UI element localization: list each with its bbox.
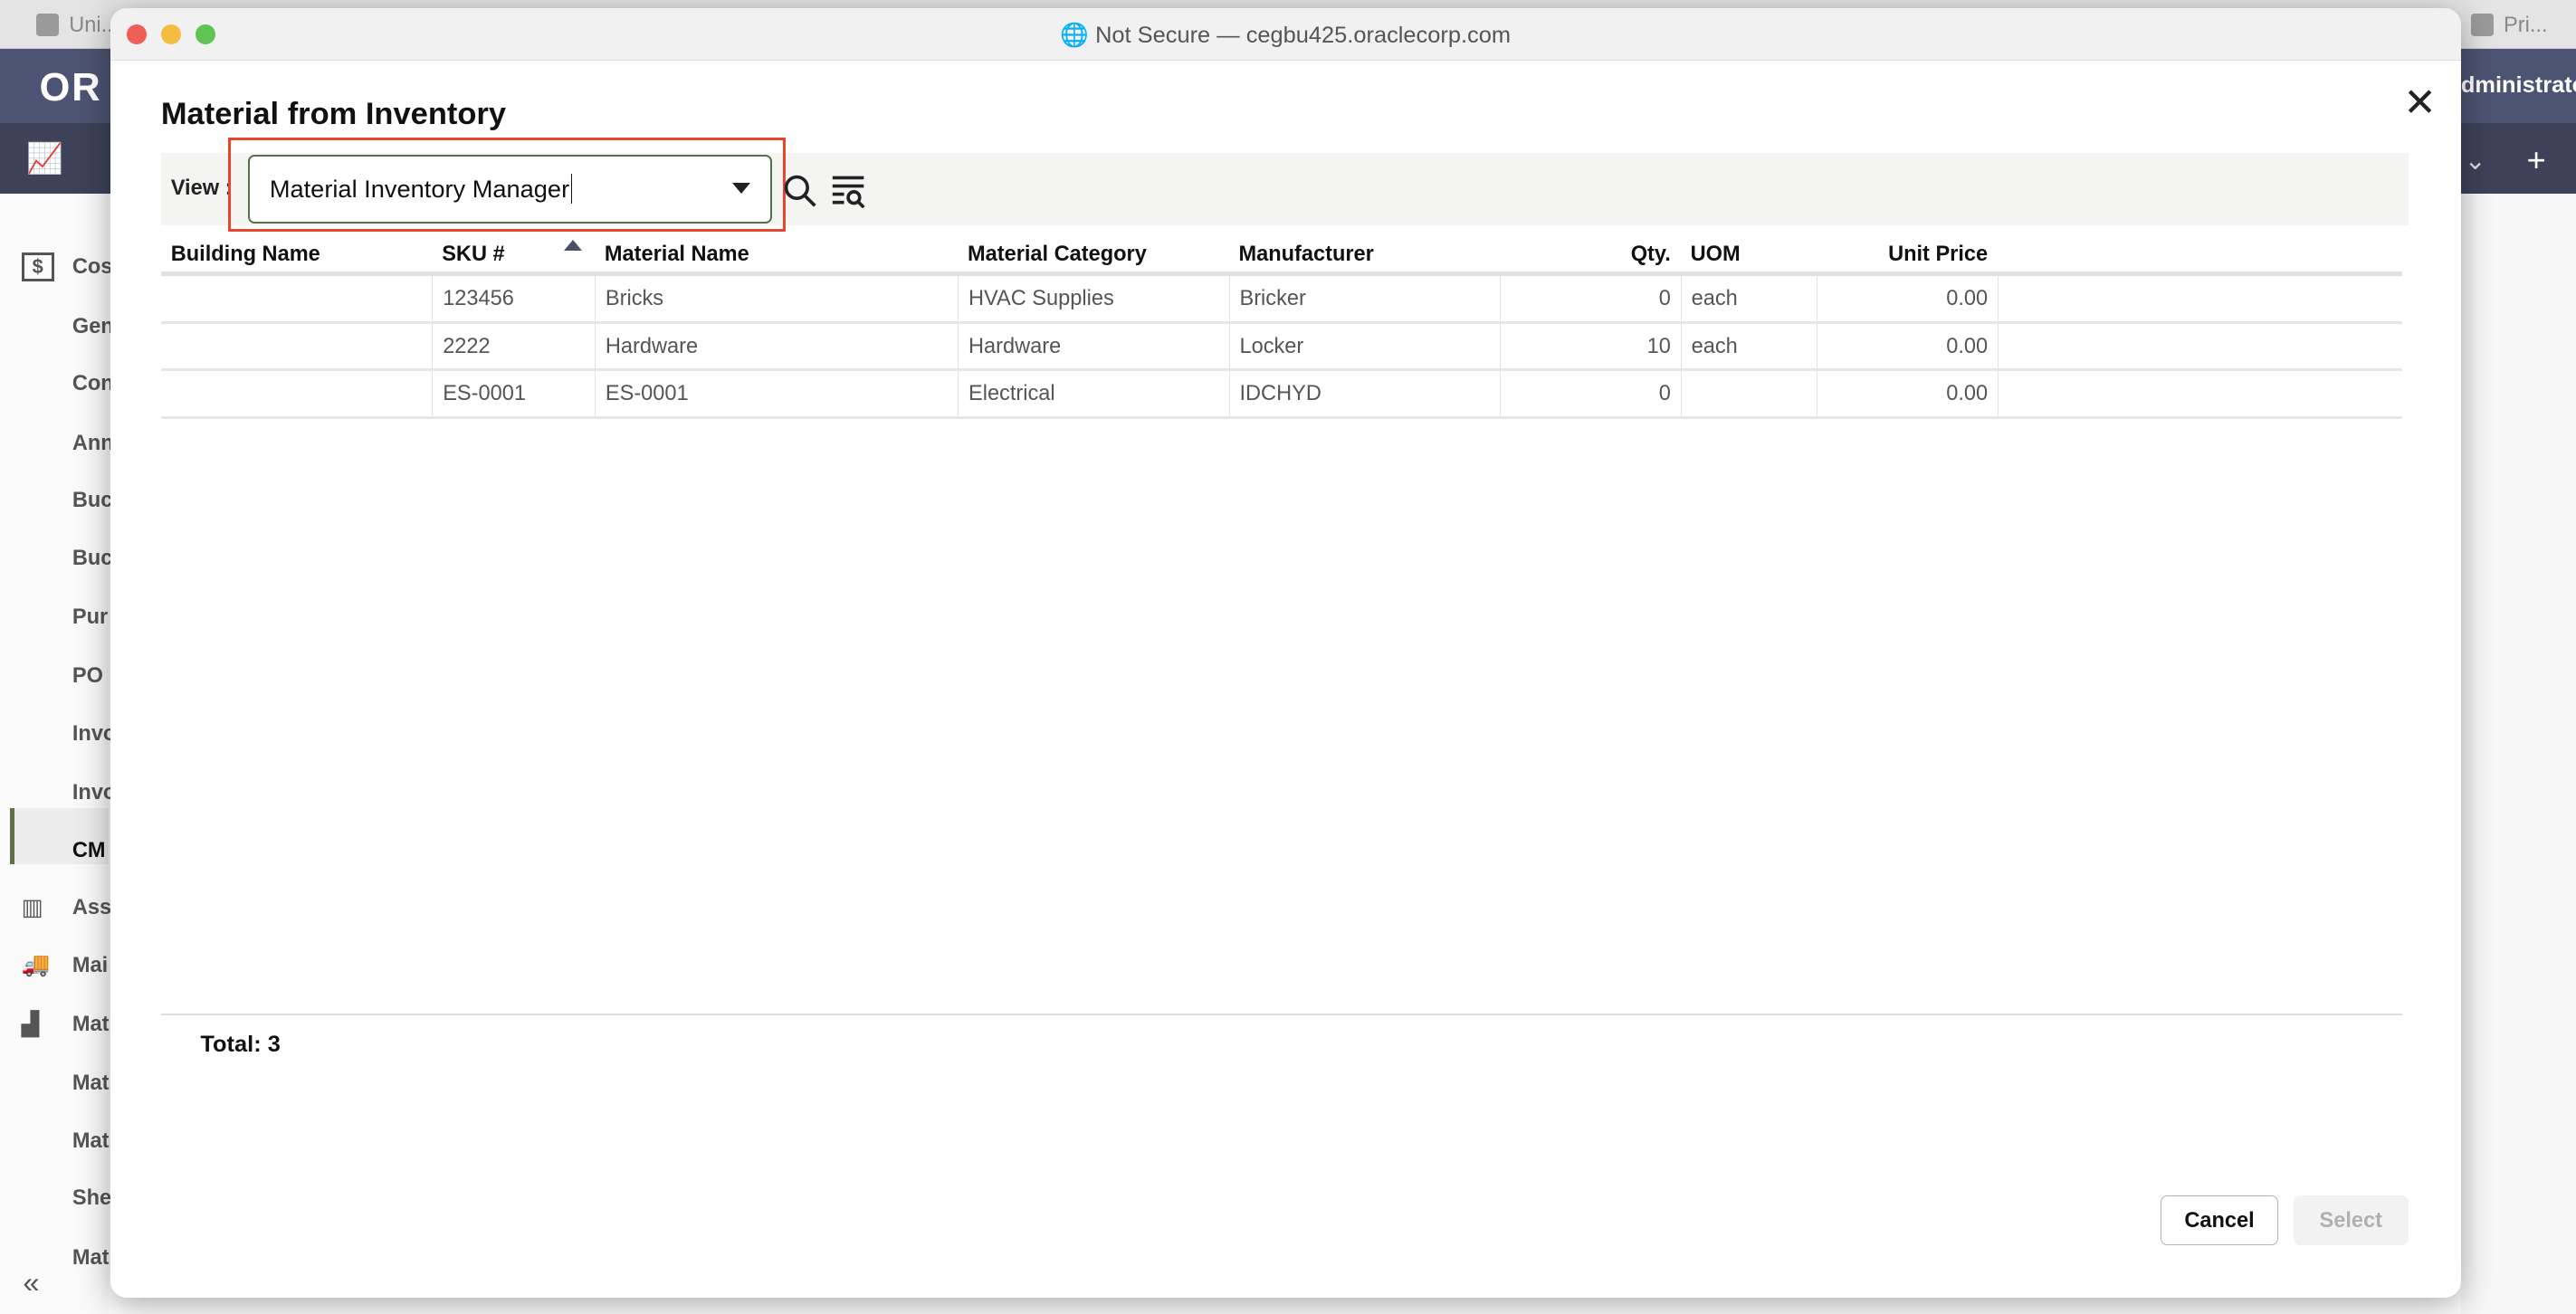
table-row[interactable]: 2222 Hardware Hardware Locker 10 each 0.00 bbox=[160, 323, 2402, 372]
view-select[interactable]: Material Inventory Manager bbox=[248, 154, 773, 224]
sidebar-item[interactable]: Pur bbox=[72, 605, 108, 629]
truck-icon: 🚚 bbox=[21, 951, 51, 977]
select-button[interactable]: Select bbox=[2293, 1195, 2409, 1245]
table-cell bbox=[161, 276, 432, 321]
sidebar-item[interactable]: Gen bbox=[72, 314, 114, 338]
user-name[interactable]: dministrato bbox=[2461, 72, 2576, 99]
table-cell: 0 bbox=[1500, 371, 1681, 416]
table-row[interactable]: ES-0001 ES-0001 Electrical IDCHYD 0 0.00 bbox=[160, 371, 2402, 419]
table-cell: each bbox=[1680, 323, 1818, 369]
footer-divider bbox=[160, 1013, 2402, 1015]
column-header[interactable]: Unit Price bbox=[1817, 236, 1998, 271]
sidebar-item[interactable]: Cos bbox=[72, 254, 113, 279]
table-cell: ES-0001 bbox=[432, 371, 595, 416]
table-cell bbox=[1998, 275, 2401, 321]
table-cell: 10 bbox=[1500, 323, 1681, 369]
search-icon[interactable] bbox=[782, 173, 818, 209]
collapse-sidebar-button[interactable]: « bbox=[23, 1265, 39, 1300]
boxes-icon: ▟ bbox=[21, 1012, 40, 1038]
column-header[interactable]: Material Category bbox=[958, 236, 1228, 271]
dialog-title: Material from Inventory bbox=[160, 97, 507, 132]
chevron-down-icon[interactable]: ⌄ bbox=[2465, 145, 2486, 176]
column-header[interactable]: UOM bbox=[1681, 236, 1818, 271]
table-cell: Hardware bbox=[595, 323, 958, 369]
dropdown-caret-icon[interactable] bbox=[732, 182, 751, 194]
sidebar: Cos $ Gen Con Ann Buc Buc Pur PO Invo Invo CM Ass ▥ Ma… bbox=[0, 194, 116, 1314]
table-cell bbox=[1680, 371, 1818, 416]
table-cell: 0.00 bbox=[1817, 323, 1998, 369]
sidebar-item[interactable]: Mat bbox=[72, 1012, 110, 1036]
cancel-button[interactable]: Cancel bbox=[2160, 1195, 2279, 1245]
table-cell: HVAC Supplies bbox=[958, 275, 1228, 321]
globe-icon: 🌐 bbox=[1060, 22, 1096, 48]
column-header[interactable]: Manufacturer bbox=[1229, 236, 1500, 271]
table-cell bbox=[161, 324, 432, 369]
view-label: View : bbox=[170, 176, 233, 200]
table-row[interactable]: 123456 Bricks HVAC Supplies Bricker 0 each 0.0… bbox=[160, 275, 2402, 324]
sidebar-item[interactable]: Mat bbox=[72, 1128, 110, 1153]
table-cell: ES-0001 bbox=[595, 371, 958, 416]
sidebar-item[interactable]: Con bbox=[72, 371, 114, 395]
column-header[interactable]: Building Name bbox=[161, 236, 432, 271]
table-cell: 123456 bbox=[432, 275, 595, 321]
filter-search-icon[interactable] bbox=[831, 173, 867, 209]
browser-tab[interactable]: Pri... bbox=[2470, 0, 2548, 49]
oracle-logo: OR bbox=[39, 65, 102, 110]
table-cell bbox=[1998, 371, 2401, 416]
dollar-icon: $ bbox=[21, 252, 54, 282]
sidebar-item[interactable]: Mat bbox=[72, 1071, 110, 1095]
sidebar-item[interactable]: CM bbox=[72, 838, 106, 862]
material-dialog-window: 🌐 Not Secure — cegbu425.oraclecorp.com M… bbox=[110, 8, 2461, 1298]
table-cell: 2222 bbox=[432, 323, 595, 369]
table-cell: Electrical bbox=[958, 371, 1228, 416]
table-header-row: Building Name SKU # Material Name Material … bbox=[160, 236, 2402, 276]
sidebar-item[interactable]: Ass bbox=[72, 895, 111, 919]
table-cell: 0.00 bbox=[1817, 371, 1998, 416]
sidebar-item[interactable]: Buc bbox=[72, 546, 113, 570]
analytics-icon[interactable]: 📈 bbox=[26, 141, 63, 176]
sidebar-item[interactable]: Mat bbox=[72, 1245, 110, 1270]
table-cell: Hardware bbox=[958, 323, 1228, 369]
sidebar-item[interactable]: Ann bbox=[72, 431, 114, 455]
barcode-icon: ▥ bbox=[21, 895, 43, 921]
column-header[interactable]: Material Name bbox=[595, 236, 958, 271]
table-cell: IDCHYD bbox=[1228, 371, 1500, 416]
sheet-icon bbox=[35, 13, 60, 36]
sidebar-item[interactable]: She bbox=[72, 1185, 111, 1210]
sidebar-item[interactable]: Mai bbox=[72, 953, 108, 977]
sidebar-item[interactable]: PO bbox=[72, 663, 103, 688]
table-cell: Bricks bbox=[595, 275, 958, 321]
table-cell: each bbox=[1680, 275, 1818, 321]
sort-ascending-icon[interactable] bbox=[563, 240, 582, 251]
table-cell bbox=[1998, 323, 2401, 369]
table-cell: Bricker bbox=[1228, 275, 1500, 321]
oracle-icon bbox=[2470, 13, 2495, 36]
browser-tab[interactable]: Uni... bbox=[35, 0, 119, 49]
url-bar: 🌐 Not Secure — cegbu425.oraclecorp.com bbox=[1060, 22, 1512, 48]
column-header[interactable]: Qty. bbox=[1500, 236, 1681, 271]
table-cell: Locker bbox=[1228, 323, 1500, 369]
materials-table: Building Name SKU # Material Name Material … bbox=[160, 236, 2402, 419]
table-cell bbox=[161, 371, 432, 416]
table-cell: 0.00 bbox=[1817, 275, 1998, 321]
table-cell: 0 bbox=[1500, 275, 1681, 321]
sidebar-item[interactable]: Buc bbox=[72, 488, 113, 512]
background-panel bbox=[2460, 194, 2576, 1314]
total-count: Total: 3 bbox=[200, 1031, 281, 1057]
close-icon[interactable]: ✕ bbox=[2403, 81, 2437, 126]
plus-icon[interactable]: + bbox=[2526, 141, 2545, 179]
